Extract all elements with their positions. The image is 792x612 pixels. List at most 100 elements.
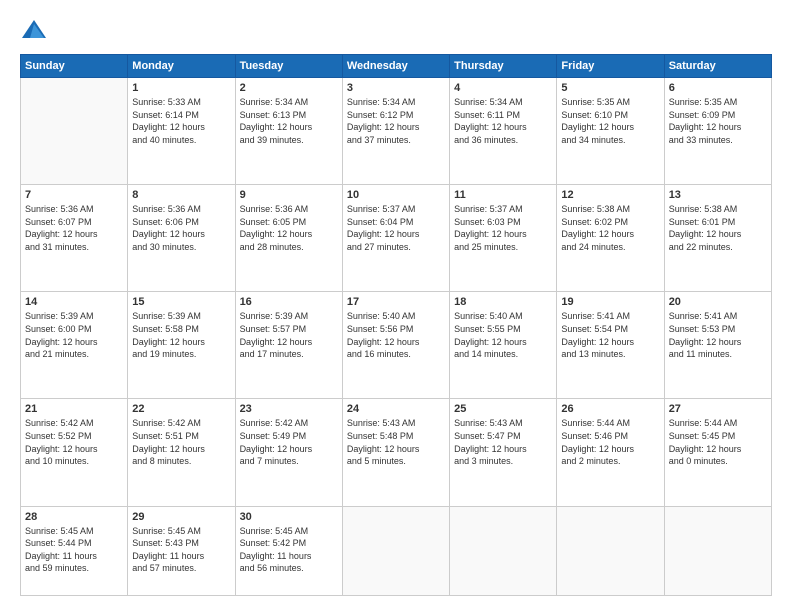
day-number: 7: [25, 189, 123, 201]
day-info: Sunrise: 5:35 AM Sunset: 6:09 PM Dayligh…: [669, 96, 767, 146]
day-info: Sunrise: 5:45 AM Sunset: 5:44 PM Dayligh…: [25, 525, 123, 575]
day-number: 15: [132, 296, 230, 308]
day-number: 10: [347, 189, 445, 201]
day-info: Sunrise: 5:45 AM Sunset: 5:42 PM Dayligh…: [240, 525, 338, 575]
calendar-table: SundayMondayTuesdayWednesdayThursdayFrid…: [20, 54, 772, 596]
day-info: Sunrise: 5:39 AM Sunset: 6:00 PM Dayligh…: [25, 310, 123, 360]
calendar-cell: 16 Sunrise: 5:39 AM Sunset: 5:57 PM Dayli…: [235, 292, 342, 399]
day-number: 23: [240, 403, 338, 415]
day-info: Sunrise: 5:42 AM Sunset: 5:49 PM Dayligh…: [240, 417, 338, 467]
day-info: Sunrise: 5:39 AM Sunset: 5:58 PM Dayligh…: [132, 310, 230, 360]
day-number: 9: [240, 189, 338, 201]
calendar-cell: 6 Sunrise: 5:35 AM Sunset: 6:09 PM Daylig…: [664, 78, 771, 185]
calendar-week-row: 1 Sunrise: 5:33 AM Sunset: 6:14 PM Daylig…: [21, 78, 772, 185]
day-number: 19: [561, 296, 659, 308]
calendar-cell: 10 Sunrise: 5:37 AM Sunset: 6:04 PM Dayli…: [342, 185, 449, 292]
day-number: 3: [347, 82, 445, 94]
calendar-cell: 13Sunrise: 5:38 AM Sunset: 6:01 PM Dayli…: [664, 185, 771, 292]
calendar-week-row: 7 Sunrise: 5:36 AM Sunset: 6:07 PM Daylig…: [21, 185, 772, 292]
day-number: 5: [561, 82, 659, 94]
calendar-cell: 24 Sunrise: 5:43 AM Sunset: 5:48 PM Dayli…: [342, 399, 449, 506]
day-number: 20: [669, 296, 767, 308]
day-number: 21: [25, 403, 123, 415]
day-number: 25: [454, 403, 552, 415]
calendar-cell: 23 Sunrise: 5:42 AM Sunset: 5:49 PM Dayli…: [235, 399, 342, 506]
day-info: Sunrise: 5:41 AM Sunset: 5:54 PM Dayligh…: [561, 310, 659, 360]
calendar-cell: [342, 506, 449, 595]
day-number: 1: [132, 82, 230, 94]
day-info: Sunrise: 5:38 AM Sunset: 6:02 PM Dayligh…: [561, 203, 659, 253]
calendar-cell: 8Sunrise: 5:36 AM Sunset: 6:06 PM Daylig…: [128, 185, 235, 292]
day-info: Sunrise: 5:40 AM Sunset: 5:56 PM Dayligh…: [347, 310, 445, 360]
calendar-cell: 21 Sunrise: 5:42 AM Sunset: 5:52 PM Dayli…: [21, 399, 128, 506]
calendar-cell: 26 Sunrise: 5:44 AM Sunset: 5:46 PM Dayli…: [557, 399, 664, 506]
day-info: Sunrise: 5:42 AM Sunset: 5:52 PM Dayligh…: [25, 417, 123, 467]
day-number: 29: [132, 511, 230, 523]
calendar-week-row: 21 Sunrise: 5:42 AM Sunset: 5:52 PM Dayli…: [21, 399, 772, 506]
day-info: Sunrise: 5:33 AM Sunset: 6:14 PM Dayligh…: [132, 96, 230, 146]
day-number: 14: [25, 296, 123, 308]
day-number: 12: [561, 189, 659, 201]
day-info: Sunrise: 5:36 AM Sunset: 6:07 PM Dayligh…: [25, 203, 123, 253]
day-info: Sunrise: 5:44 AM Sunset: 5:45 PM Dayligh…: [669, 417, 767, 467]
day-info: Sunrise: 5:43 AM Sunset: 5:48 PM Dayligh…: [347, 417, 445, 467]
calendar-cell: 7 Sunrise: 5:36 AM Sunset: 6:07 PM Daylig…: [21, 185, 128, 292]
day-number: 16: [240, 296, 338, 308]
calendar-cell: 27 Sunrise: 5:44 AM Sunset: 5:45 PM Dayli…: [664, 399, 771, 506]
calendar-cell: 9 Sunrise: 5:36 AM Sunset: 6:05 PM Daylig…: [235, 185, 342, 292]
day-info: Sunrise: 5:44 AM Sunset: 5:46 PM Dayligh…: [561, 417, 659, 467]
day-number: 11: [454, 189, 552, 201]
day-info: Sunrise: 5:45 AM Sunset: 5:43 PM Dayligh…: [132, 525, 230, 575]
day-info: Sunrise: 5:34 AM Sunset: 6:11 PM Dayligh…: [454, 96, 552, 146]
weekday-header-friday: Friday: [557, 55, 664, 78]
calendar-week-row: 14 Sunrise: 5:39 AM Sunset: 6:00 PM Dayli…: [21, 292, 772, 399]
calendar-cell: [21, 78, 128, 185]
day-number: 8: [132, 189, 230, 201]
day-info: Sunrise: 5:39 AM Sunset: 5:57 PM Dayligh…: [240, 310, 338, 360]
calendar-cell: 17 Sunrise: 5:40 AM Sunset: 5:56 PM Dayli…: [342, 292, 449, 399]
day-info: Sunrise: 5:40 AM Sunset: 5:55 PM Dayligh…: [454, 310, 552, 360]
weekday-header-monday: Monday: [128, 55, 235, 78]
day-number: 2: [240, 82, 338, 94]
day-info: Sunrise: 5:34 AM Sunset: 6:13 PM Dayligh…: [240, 96, 338, 146]
day-info: Sunrise: 5:37 AM Sunset: 6:04 PM Dayligh…: [347, 203, 445, 253]
weekday-header-tuesday: Tuesday: [235, 55, 342, 78]
day-number: 24: [347, 403, 445, 415]
calendar-cell: 2 Sunrise: 5:34 AM Sunset: 6:13 PM Daylig…: [235, 78, 342, 185]
day-number: 17: [347, 296, 445, 308]
day-number: 13: [669, 189, 767, 201]
day-number: 30: [240, 511, 338, 523]
day-number: 27: [669, 403, 767, 415]
calendar-cell: 18 Sunrise: 5:40 AM Sunset: 5:55 PM Dayli…: [450, 292, 557, 399]
day-number: 6: [669, 82, 767, 94]
calendar-cell: 19 Sunrise: 5:41 AM Sunset: 5:54 PM Dayli…: [557, 292, 664, 399]
calendar-cell: 25 Sunrise: 5:43 AM Sunset: 5:47 PM Dayli…: [450, 399, 557, 506]
weekday-header-wednesday: Wednesday: [342, 55, 449, 78]
calendar-cell: 20Sunrise: 5:41 AM Sunset: 5:53 PM Dayli…: [664, 292, 771, 399]
calendar-week-row: 28Sunrise: 5:45 AM Sunset: 5:44 PM Dayli…: [21, 506, 772, 595]
weekday-header-row: SundayMondayTuesdayWednesdayThursdayFrid…: [21, 55, 772, 78]
calendar-cell: [450, 506, 557, 595]
calendar-cell: 28Sunrise: 5:45 AM Sunset: 5:44 PM Dayli…: [21, 506, 128, 595]
day-number: 18: [454, 296, 552, 308]
calendar-cell: 30 Sunrise: 5:45 AM Sunset: 5:42 PM Dayli…: [235, 506, 342, 595]
weekday-header-thursday: Thursday: [450, 55, 557, 78]
day-info: Sunrise: 5:36 AM Sunset: 6:05 PM Dayligh…: [240, 203, 338, 253]
calendar-cell: 4Sunrise: 5:34 AM Sunset: 6:11 PM Daylig…: [450, 78, 557, 185]
calendar-cell: 5 Sunrise: 5:35 AM Sunset: 6:10 PM Daylig…: [557, 78, 664, 185]
header: [20, 16, 772, 44]
logo: [20, 16, 52, 44]
calendar-cell: [557, 506, 664, 595]
calendar-cell: [664, 506, 771, 595]
weekday-header-sunday: Sunday: [21, 55, 128, 78]
day-info: Sunrise: 5:42 AM Sunset: 5:51 PM Dayligh…: [132, 417, 230, 467]
day-number: 26: [561, 403, 659, 415]
day-number: 22: [132, 403, 230, 415]
logo-icon: [20, 16, 48, 44]
day-info: Sunrise: 5:35 AM Sunset: 6:10 PM Dayligh…: [561, 96, 659, 146]
calendar-cell: 11 Sunrise: 5:37 AM Sunset: 6:03 PM Dayli…: [450, 185, 557, 292]
day-info: Sunrise: 5:37 AM Sunset: 6:03 PM Dayligh…: [454, 203, 552, 253]
day-info: Sunrise: 5:43 AM Sunset: 5:47 PM Dayligh…: [454, 417, 552, 467]
calendar-cell: 22 Sunrise: 5:42 AM Sunset: 5:51 PM Dayli…: [128, 399, 235, 506]
calendar-cell: 29 Sunrise: 5:45 AM Sunset: 5:43 PM Dayli…: [128, 506, 235, 595]
